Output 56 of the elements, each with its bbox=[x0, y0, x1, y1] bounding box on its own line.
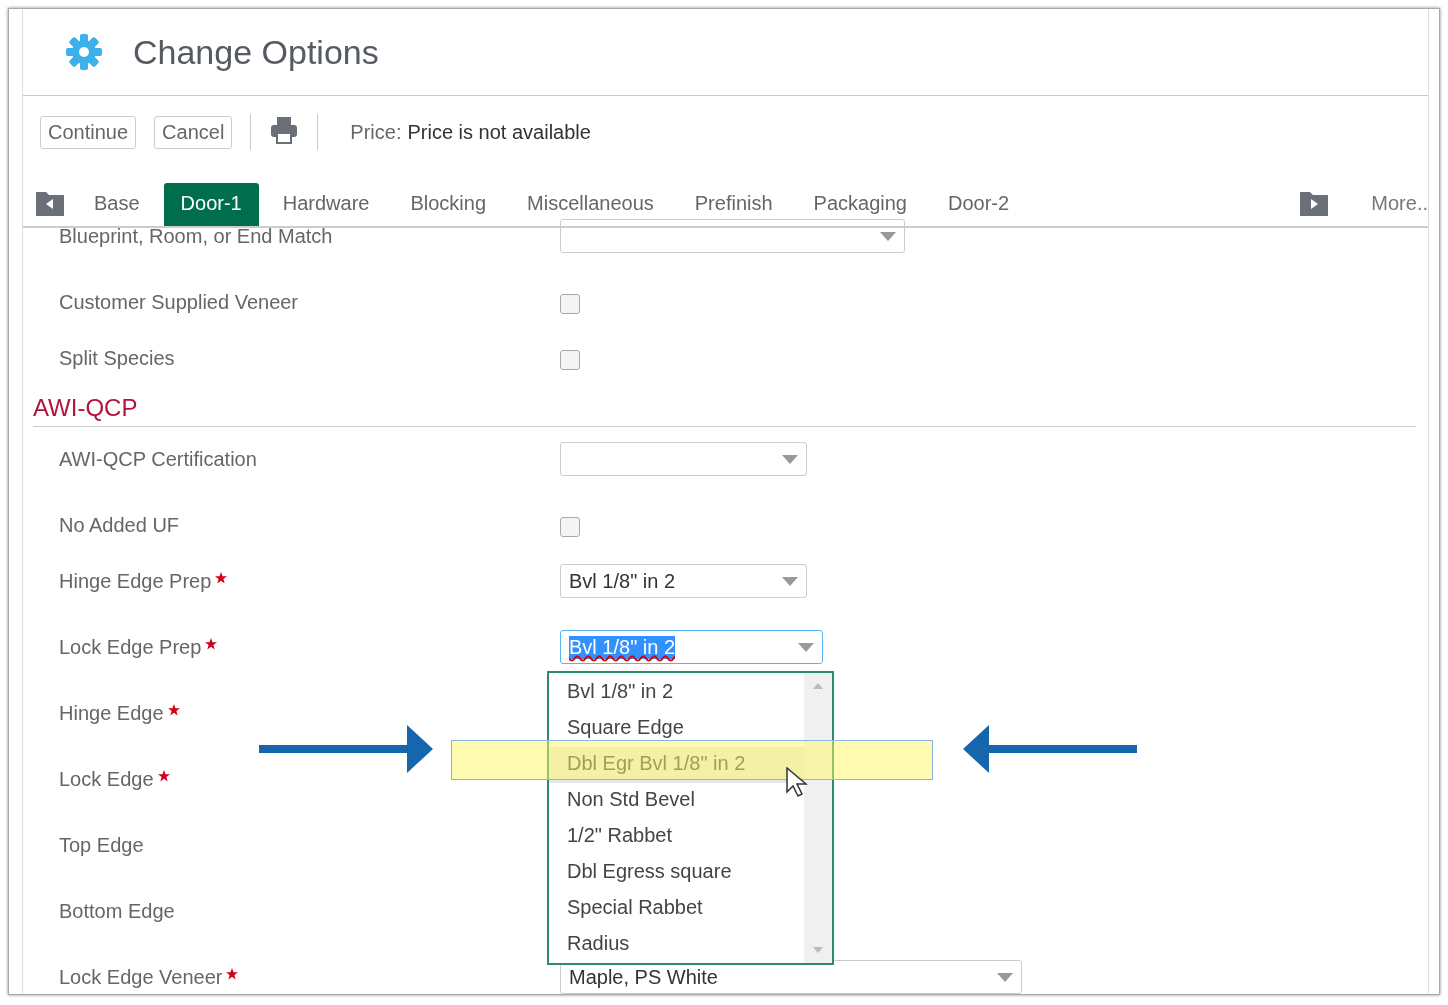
caret-icon bbox=[880, 231, 896, 241]
dropdown-option[interactable]: Radius bbox=[549, 927, 804, 963]
tab[interactable]: Miscellaneous bbox=[510, 183, 671, 226]
checkbox[interactable] bbox=[560, 517, 580, 537]
field-label: Hinge Edge bbox=[59, 702, 164, 725]
section-title: AWI-QCP bbox=[33, 394, 138, 423]
tab[interactable]: Base bbox=[77, 183, 157, 226]
cancel-button[interactable]: Cancel bbox=[154, 115, 233, 149]
continue-button[interactable]: Continue bbox=[40, 115, 137, 149]
tab[interactable]: Packaging bbox=[796, 183, 924, 226]
field-label: Customer Supplied Veneer bbox=[59, 291, 299, 314]
field-label: Hinge Edge Prep bbox=[59, 570, 212, 593]
field-label: Lock Edge Veneer bbox=[59, 966, 223, 989]
select-field[interactable]: Bvl 1/8" in 2 bbox=[560, 564, 807, 598]
field-label: Split Species bbox=[59, 347, 175, 370]
tab[interactable]: Door-2 bbox=[931, 183, 1027, 226]
checkbox[interactable] bbox=[560, 294, 580, 314]
field-label: Lock Edge bbox=[59, 768, 154, 791]
field-label: AWI-QCP Certification bbox=[59, 448, 257, 471]
select-field[interactable] bbox=[560, 442, 807, 476]
tab[interactable]: Blocking bbox=[393, 183, 504, 226]
folder-right-icon[interactable] bbox=[1300, 190, 1329, 216]
gear-icon bbox=[65, 33, 103, 71]
select-field[interactable] bbox=[560, 219, 905, 253]
dropdown-option[interactable]: Special Rabbet bbox=[549, 891, 804, 927]
caret-icon bbox=[782, 576, 798, 586]
field-label: Bottom Edge bbox=[59, 900, 175, 923]
right-arrow-icon bbox=[259, 725, 433, 773]
cursor-icon bbox=[786, 767, 808, 797]
scroll-down-icon[interactable] bbox=[813, 947, 823, 953]
dropdown-option[interactable]: Non Std Bevel bbox=[549, 783, 804, 819]
dropdown-option[interactable]: Square Edge bbox=[549, 711, 804, 747]
price-value: Price is not available bbox=[407, 120, 591, 144]
print-icon[interactable] bbox=[269, 115, 300, 145]
select-field[interactable]: Bvl 1/8" in 2 bbox=[560, 630, 823, 664]
caret-icon bbox=[997, 972, 1013, 982]
scroll-up-icon[interactable] bbox=[813, 683, 823, 689]
window-title: Change Options bbox=[133, 32, 379, 72]
field-label: Blueprint, Room, or End Match bbox=[59, 225, 333, 248]
left-arrow-icon bbox=[963, 725, 1137, 773]
more-tab[interactable]: More.. bbox=[1341, 192, 1428, 226]
tab[interactable]: Prefinish bbox=[677, 183, 790, 226]
folder-left-icon[interactable] bbox=[36, 190, 64, 216]
caret-icon bbox=[782, 454, 798, 464]
field-label: No Added UF bbox=[59, 514, 180, 537]
tab[interactable]: Door-1 bbox=[163, 183, 259, 226]
field-label: Top Edge bbox=[59, 834, 144, 857]
caret-icon bbox=[798, 642, 814, 652]
field-label: Lock Edge Prep bbox=[59, 636, 202, 659]
dropdown-option[interactable]: 1/2" Rabbet bbox=[549, 819, 804, 855]
price-label: Price: bbox=[350, 120, 402, 144]
scrollbar[interactable] bbox=[804, 673, 832, 963]
dropdown-option[interactable]: Dbl Egress square bbox=[549, 855, 804, 891]
dropdown-option[interactable]: Bvl 1/8" in 2 bbox=[549, 675, 804, 711]
checkbox[interactable] bbox=[560, 350, 580, 370]
tab[interactable]: Hardware bbox=[265, 183, 387, 226]
